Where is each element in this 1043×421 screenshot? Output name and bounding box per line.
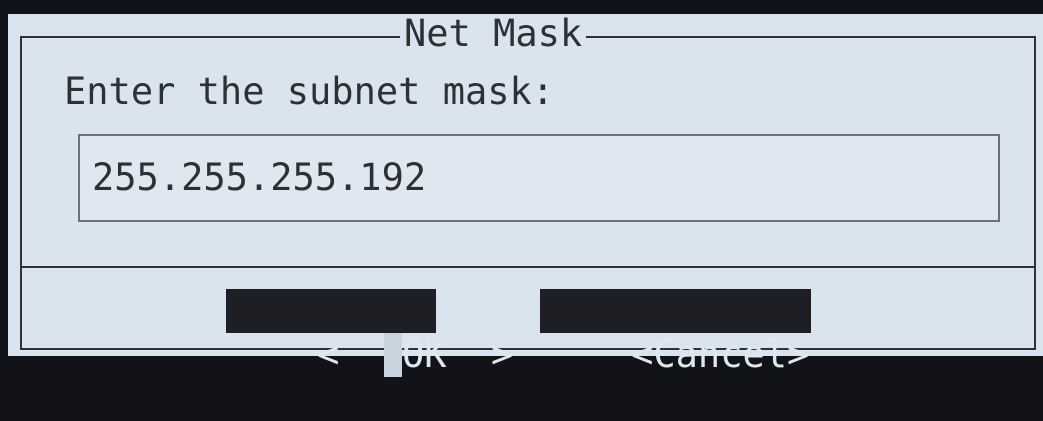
cancel-label: <Cancel> — [631, 333, 810, 376]
button-divider — [22, 266, 1034, 268]
cancel-button[interactable]: <Cancel> — [540, 289, 812, 376]
ok-button[interactable]: < OK > — [226, 289, 513, 377]
ok-label: OK — [401, 333, 447, 376]
ok-right-bracket: > — [446, 333, 514, 376]
net-mask-dialog: Net Mask Enter the subnet mask: 255.255.… — [8, 14, 1043, 377]
subnet-mask-value[interactable]: 255.255.255.192 — [92, 156, 426, 200]
ok-left-bracket: < — [317, 333, 384, 376]
prompt-label: Enter the subnet mask: — [64, 70, 555, 113]
ok-cursor — [383, 333, 402, 377]
dialog-title: Net Mask — [400, 14, 587, 54]
